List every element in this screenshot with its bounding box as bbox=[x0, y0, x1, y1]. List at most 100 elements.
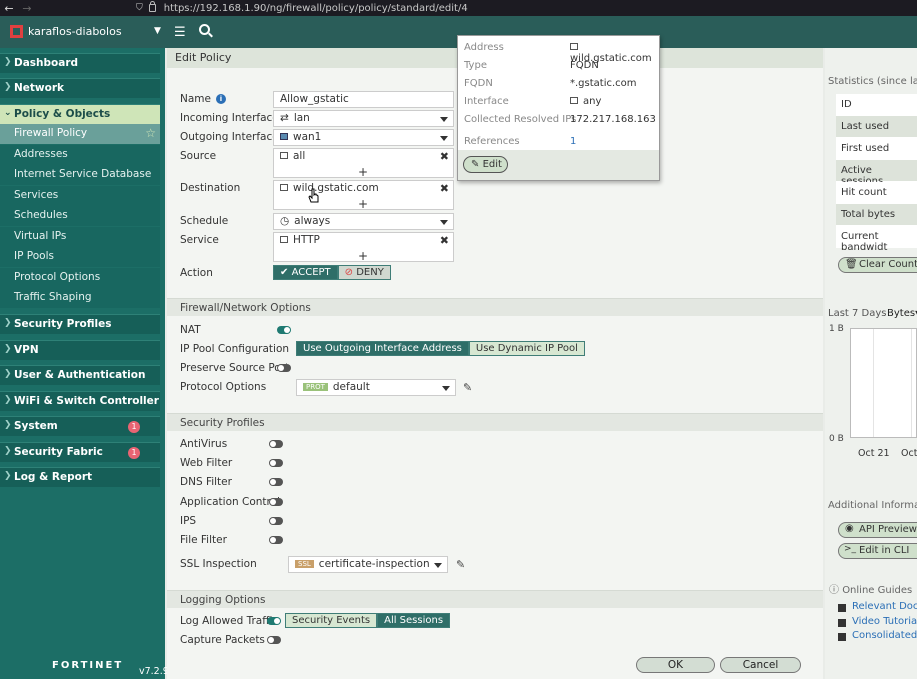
popup-type-label: Type bbox=[464, 60, 487, 71]
remove-icon[interactable]: ✖ bbox=[440, 150, 449, 163]
popup-edit-button[interactable]: ✎ Edit bbox=[463, 156, 508, 173]
capture-packets-toggle[interactable] bbox=[267, 636, 281, 644]
ips-label: IPS bbox=[180, 515, 197, 527]
ok-button[interactable]: OK bbox=[636, 657, 715, 673]
clear-counters-button[interactable]: 🗑Clear Counte bbox=[838, 257, 917, 273]
guide-link-consolidated[interactable]: Consolidated P bbox=[852, 630, 917, 641]
address-icon bbox=[570, 42, 578, 50]
protocol-options-value: default bbox=[332, 381, 370, 393]
application-control-toggle[interactable] bbox=[269, 498, 283, 506]
sidebar-item-system[interactable]: ❯ System 1 bbox=[0, 416, 160, 436]
popup-edit-label: Edit bbox=[482, 159, 502, 170]
sidebar-item-label: System bbox=[14, 420, 58, 432]
use-outgoing-interface-button[interactable]: Use Outgoing Interface Address bbox=[296, 341, 469, 356]
unit-select[interactable]: Bytes▾ bbox=[887, 308, 917, 319]
name-input[interactable]: Allow_gstatic bbox=[273, 91, 454, 108]
schedule-select[interactable]: ◷ always bbox=[273, 213, 454, 230]
sidebar-item-wifi-switch[interactable]: ❯ WiFi & Switch Controller bbox=[0, 391, 160, 411]
sidebar-item-log-report[interactable]: ❯ Log & Report bbox=[0, 467, 160, 487]
sidebar-subitem-services[interactable]: Services bbox=[0, 186, 160, 206]
online-guides-title: ⓘ Online Guides bbox=[829, 581, 912, 596]
ssl-inspection-select[interactable]: SSL certificate-inspection bbox=[288, 556, 448, 573]
forward-icon[interactable]: → bbox=[18, 2, 36, 15]
api-preview-button[interactable]: ◉ API Preview bbox=[838, 522, 917, 538]
accept-button[interactable]: ✔ ACCEPT bbox=[273, 265, 338, 280]
sidebar-subitem-virtual-ips[interactable]: Virtual IPs bbox=[0, 227, 160, 247]
edit-pencil-icon[interactable]: ✎ bbox=[463, 381, 472, 394]
sidebar-subitem-traffic-shaping[interactable]: Traffic Shaping bbox=[0, 288, 160, 308]
sidebar-subitem-schedules[interactable]: Schedules bbox=[0, 206, 160, 226]
guide-link-video-tutorials[interactable]: Video Tutorials bbox=[852, 616, 917, 627]
remove-icon[interactable]: ✖ bbox=[440, 182, 449, 195]
y-axis-min: 0 B bbox=[829, 434, 844, 444]
sidebar-subitem-addresses[interactable]: Addresses bbox=[0, 145, 160, 165]
destination-value[interactable]: wild.gstatic.com bbox=[293, 182, 379, 194]
guide-link-relevant-docs[interactable]: Relevant Docu bbox=[852, 601, 917, 612]
popup-references-link[interactable]: 1 bbox=[570, 136, 576, 147]
dropdown-arrow-icon bbox=[440, 220, 448, 225]
action-label: Action bbox=[180, 267, 213, 279]
sidebar-item-label: Security Fabric bbox=[14, 446, 103, 458]
antivirus-toggle[interactable] bbox=[269, 440, 283, 448]
sidebar-item-vpn[interactable]: ❯ VPN bbox=[0, 340, 160, 360]
security-events-button[interactable]: Security Events bbox=[285, 613, 378, 628]
dns-filter-toggle[interactable] bbox=[269, 478, 283, 486]
sidebar-subitem-isdb[interactable]: Internet Service Database bbox=[0, 165, 160, 185]
protocol-options-select[interactable]: PROT default bbox=[296, 379, 456, 396]
log-mode-toggle: Security Events All Sessions bbox=[285, 613, 451, 628]
book-icon bbox=[838, 604, 846, 612]
back-icon[interactable]: ← bbox=[0, 2, 18, 15]
sidebar-item-label: Log & Report bbox=[14, 471, 93, 483]
dropdown-arrow-icon bbox=[434, 563, 442, 568]
sidebar-item-label: Dashboard bbox=[14, 57, 79, 69]
firmware-version: v7.2.9 bbox=[139, 666, 169, 677]
all-sessions-button[interactable]: All Sessions bbox=[377, 613, 451, 628]
add-icon[interactable]: + bbox=[358, 197, 368, 211]
deny-button[interactable]: ⊘ DENY bbox=[337, 265, 391, 280]
star-icon[interactable]: ☆ bbox=[145, 126, 156, 140]
sidebar-item-user-auth[interactable]: ❯ User & Authentication bbox=[0, 365, 160, 385]
sidebar-item-security-profiles[interactable]: ❯ Security Profiles bbox=[0, 314, 160, 334]
file-filter-toggle[interactable] bbox=[269, 536, 283, 544]
remove-icon[interactable]: ✖ bbox=[440, 234, 449, 247]
sidebar-subitem-protocol-options[interactable]: Protocol Options bbox=[0, 268, 160, 288]
web-filter-toggle[interactable] bbox=[269, 459, 283, 467]
log-allowed-traffic-toggle[interactable] bbox=[267, 617, 281, 625]
add-icon[interactable]: + bbox=[358, 165, 368, 179]
sidebar-item-dashboard[interactable]: ❯ Dashboard bbox=[0, 53, 160, 73]
sidebar-item-policy-objects[interactable]: ⌄ Policy & Objects bbox=[0, 104, 160, 124]
cancel-button[interactable]: Cancel bbox=[720, 657, 801, 673]
popup-fqdn-label: FQDN bbox=[464, 78, 493, 89]
source-field[interactable]: all ✖ + bbox=[273, 148, 454, 179]
popup-footer: ✎ Edit bbox=[458, 150, 659, 180]
device-selector[interactable]: karaflos-diabolos bbox=[10, 25, 122, 38]
stat-last-used: Last used bbox=[836, 116, 917, 138]
caret-down-icon[interactable]: ▼ bbox=[154, 26, 161, 36]
destination-field[interactable]: wild.gstatic.com ✖ + bbox=[273, 180, 454, 211]
service-field[interactable]: HTTP ✖ + bbox=[273, 232, 454, 263]
outgoing-interface-select[interactable]: wan1 bbox=[273, 129, 454, 146]
fortinet-logo-icon bbox=[10, 25, 23, 38]
url-text[interactable]: https://192.168.1.90/ng/firewall/policy/… bbox=[164, 3, 468, 14]
edit-pencil-icon[interactable]: ✎ bbox=[456, 558, 465, 571]
sidebar-subitem-ip-pools[interactable]: IP Pools bbox=[0, 247, 160, 267]
antivirus-label: AntiVirus bbox=[180, 438, 228, 450]
sidebar-item-security-fabric[interactable]: ❯ Security Fabric 1 bbox=[0, 442, 160, 462]
incoming-interface-select[interactable]: ⇄ lan bbox=[273, 110, 454, 127]
add-icon[interactable]: + bbox=[358, 249, 368, 263]
ips-toggle[interactable] bbox=[269, 517, 283, 525]
menu-toggle-icon[interactable]: ☰ bbox=[174, 25, 186, 40]
use-dynamic-ip-pool-button[interactable]: Use Dynamic IP Pool bbox=[468, 341, 585, 356]
interface-icon: ⇄ bbox=[280, 112, 289, 124]
address-info-popup: Address wild.gstatic.com Type FQDN FQDN … bbox=[457, 35, 660, 181]
edit-in-cli-button[interactable]: >_ Edit in CLI bbox=[838, 543, 917, 559]
preserve-source-port-toggle[interactable] bbox=[277, 364, 291, 372]
sidebar-item-network[interactable]: ❯ Network bbox=[0, 78, 160, 98]
help-icon: ⓘ bbox=[829, 585, 843, 596]
info-icon[interactable]: i bbox=[215, 94, 226, 104]
search-icon[interactable] bbox=[199, 24, 210, 35]
nat-toggle[interactable] bbox=[277, 326, 291, 334]
address-bar[interactable]: ⛉ https://192.168.1.90/ng/firewall/polic… bbox=[136, 1, 468, 14]
sidebar-subitem-firewall-policy[interactable]: Firewall Policy ☆ bbox=[0, 124, 160, 144]
dropdown-arrow-icon bbox=[442, 386, 450, 391]
